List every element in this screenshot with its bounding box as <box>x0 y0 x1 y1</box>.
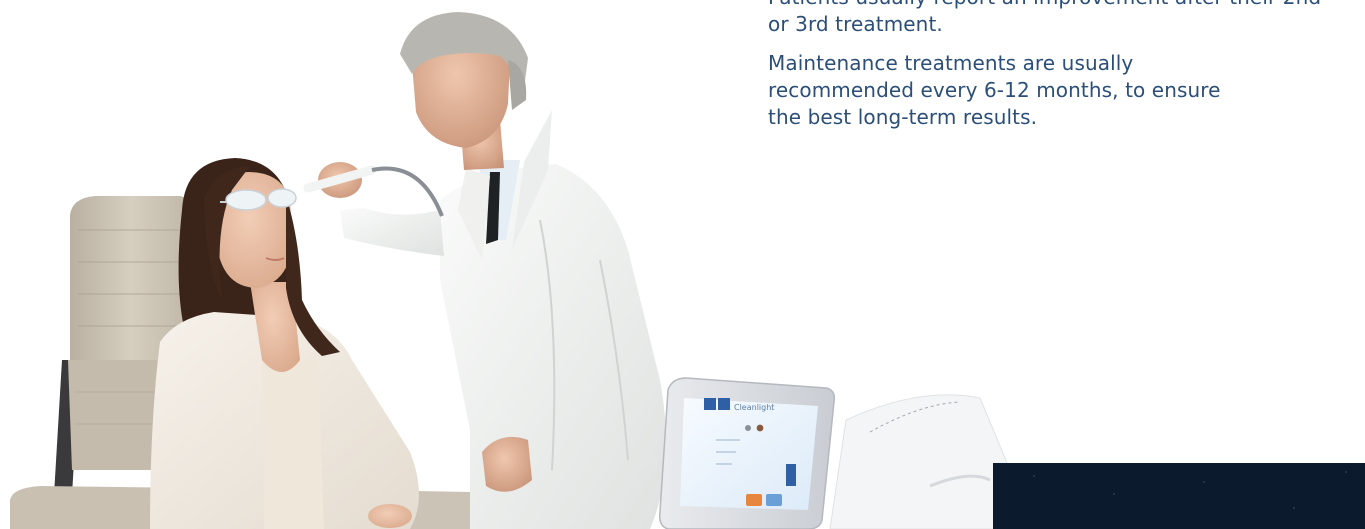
treatment-copy: Patients usually report an improvement a… <box>768 0 1328 143</box>
maintenance-paragraph: Maintenance treatments are usually recom… <box>768 51 1221 129</box>
improvement-paragraph: Patients usually report an improvement a… <box>768 0 1321 36</box>
device-tablet-screen: Cleanlight <box>658 377 836 529</box>
tablet-header-text: Cleanlight <box>734 403 774 412</box>
treatment-device-unit <box>829 394 1011 529</box>
treatment-page: Cleanlight Patients usually report an im… <box>0 0 1365 529</box>
dark-footer-panel <box>993 463 1365 529</box>
